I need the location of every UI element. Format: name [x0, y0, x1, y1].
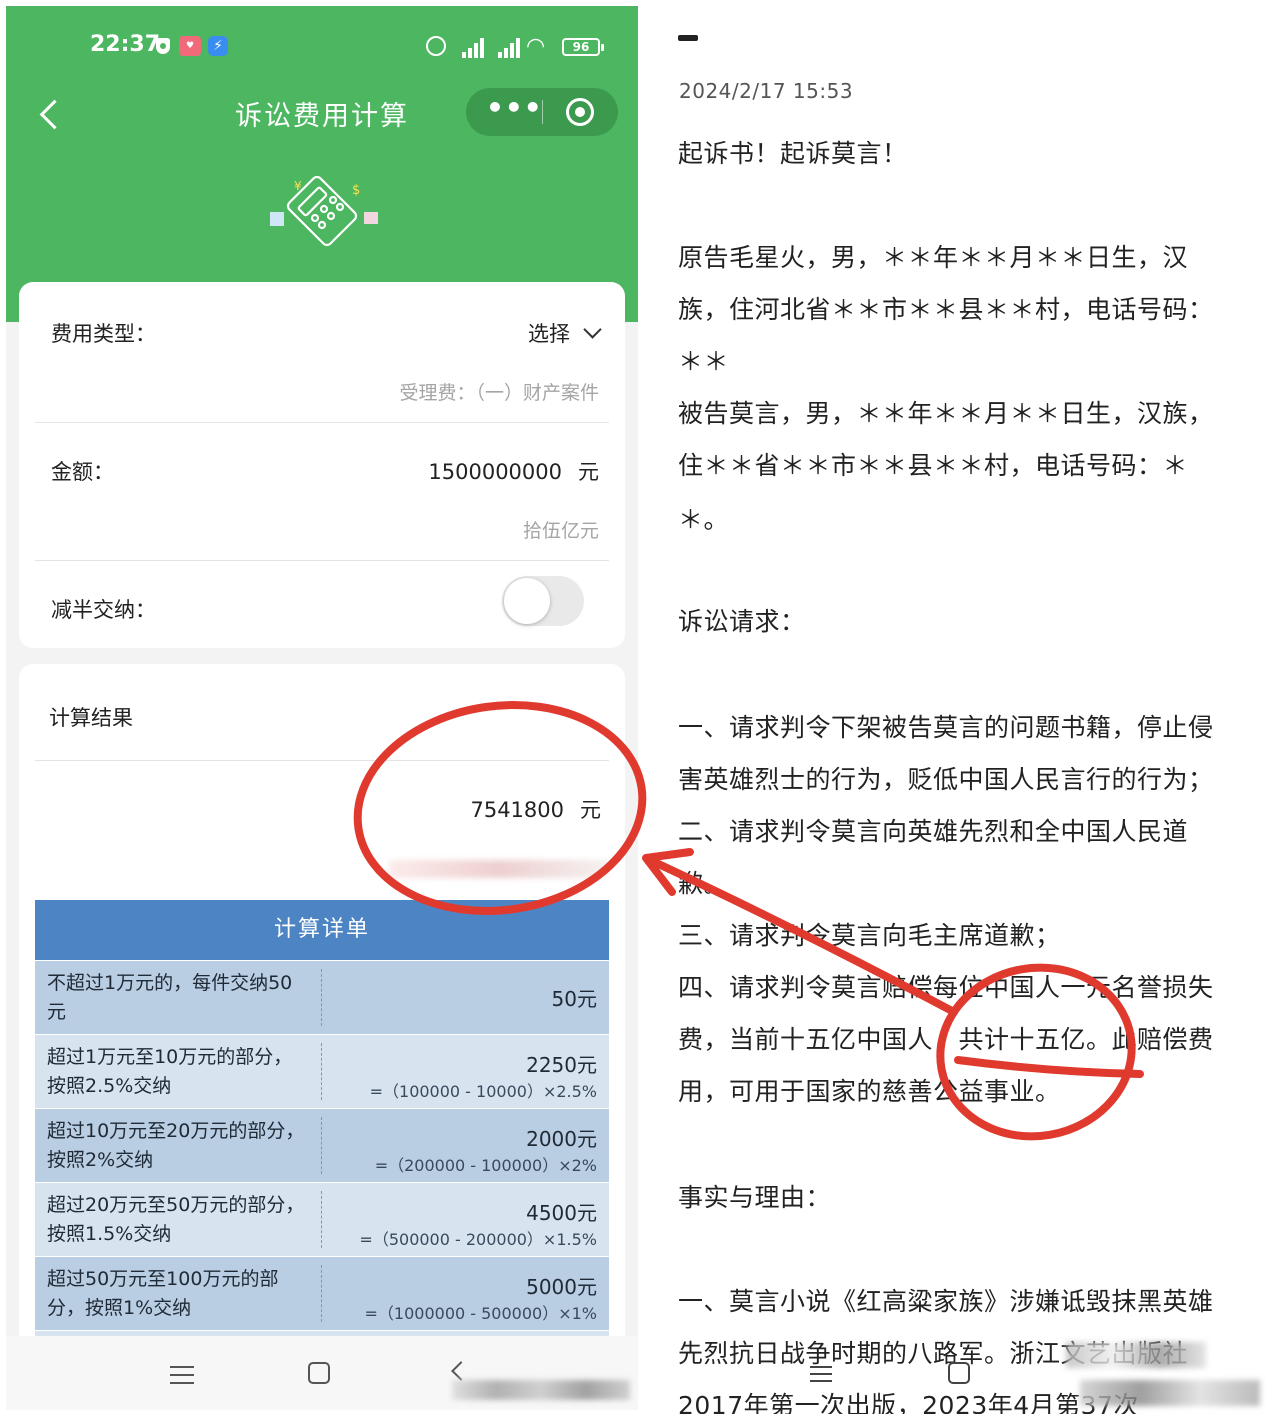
result-value: 7541800: [470, 798, 564, 822]
fee-type-select[interactable]: 选择: [528, 318, 602, 348]
document-line: 住＊＊省＊＊市＊＊县＊＊村，电话号码：＊: [678, 451, 1189, 480]
table-row: 不超过1万元的，每件交纳50元 50元: [35, 960, 609, 1034]
back-icon[interactable]: [451, 1361, 471, 1381]
row-description: 超过1万元至10万元的部分，按照2.5%交纳: [47, 1046, 293, 1097]
row-amount: 2000元: [526, 1127, 597, 1151]
row-description: 不超过1万元的，每件交纳50元: [47, 972, 293, 1023]
document-line: 三、请求判令莫言向毛主席道歉；: [678, 921, 1061, 950]
system-navigation-bar-overlay: [640, 1340, 1280, 1414]
bolt-icon: ⚡: [208, 36, 228, 56]
fee-type-label: 费用类型：: [51, 322, 156, 346]
svg-text:$: $: [352, 183, 360, 198]
row-separator: [321, 1265, 322, 1322]
litigation-fee-calculator-screen: 22:37 ♥ ⚡ ◠ 96 诉讼费用计算 ••• $ ¥ 费用类型： 选择 受…: [6, 6, 638, 1410]
row-amount: 5000元: [526, 1275, 597, 1299]
document-line: 费，当前十五亿中国人，共计十五亿。此赔偿费: [678, 1025, 1214, 1054]
battery-icon: 96: [562, 38, 604, 56]
signal-icon: [458, 36, 488, 58]
redacted-watermark-blur: [1066, 1342, 1206, 1368]
divider: [35, 760, 609, 761]
divider: [35, 422, 609, 423]
document-line: 一、请求判令下架被告莫言的问题书籍，停止侵: [678, 713, 1214, 742]
row-amount: 4500元: [526, 1201, 597, 1225]
row-separator: [321, 1117, 322, 1174]
row-formula: =（200000 - 100000）×2%: [374, 1156, 597, 1175]
amount-input[interactable]: 1500000000 元: [428, 456, 599, 486]
row-amount: 50元: [551, 987, 597, 1011]
document-line: 原告毛星火，男，＊＊年＊＊月＊＊日生，汉: [678, 243, 1189, 272]
result-title: 计算结果: [49, 706, 133, 730]
menu-icon[interactable]: [170, 1366, 194, 1384]
document-line: 用，可用于国家的慈善公益事业。: [678, 1077, 1061, 1106]
document-line: 一、莫言小说《红高粱家族》涉嫌诋毁抹黑英雄: [678, 1287, 1214, 1316]
table-row: 超过20万元至50万元的部分，按照1.5%交纳 4500元 =（500000 -…: [35, 1182, 609, 1256]
redacted-watermark-blur: [452, 1380, 630, 1400]
document-timestamp: 2024/2/17 15:53: [679, 79, 854, 103]
calculation-detail-table: 计算详单 不超过1万元的，每件交纳50元 50元 超过1万元至10万元的部分，按…: [35, 900, 609, 1370]
screenshot-collage: 22:37 ♥ ⚡ ◠ 96 诉讼费用计算 ••• $ ¥ 费用类型： 选择 受…: [0, 0, 1280, 1414]
result-card: 计算结果 7541800 元 计算详单 不超过1万元的，每件交纳50元 50元 超…: [19, 664, 625, 1410]
app-notification-icon: ♥: [179, 36, 201, 56]
close-miniprogram-button[interactable]: [566, 98, 594, 126]
document-line: 二、请求判令莫言向英雄先烈和全中国人民道: [678, 817, 1189, 846]
status-time: 22:37: [90, 32, 161, 57]
minus-icon: [678, 35, 698, 41]
document-line: 诉讼请求：: [678, 607, 806, 636]
menu-icon[interactable]: [810, 1366, 832, 1382]
signal-icon-2: [494, 36, 524, 58]
complaint-document-screen: 2024/2/17 15:53 起诉书！起诉莫言！ 原告毛星火，男，＊＊年＊＊月…: [640, 0, 1280, 1414]
row-separator: [321, 1191, 322, 1248]
result-unit: 元: [580, 798, 601, 822]
half-payment-toggle[interactable]: [502, 576, 584, 626]
amount-chinese-numeral: 拾伍亿元: [522, 520, 599, 542]
fee-type-value: 选择: [528, 322, 570, 346]
row-formula: =（1000000 - 500000）×1%: [364, 1304, 597, 1323]
row-separator: [321, 969, 322, 1026]
document-line: 族，住河北省＊＊市＊＊县＊＊村，电话号码：: [678, 295, 1214, 324]
row-formula: =（500000 - 200000）×1.5%: [359, 1230, 597, 1249]
redacted-watermark-blur: [1080, 1380, 1260, 1406]
more-options-button[interactable]: •••: [486, 94, 542, 126]
divider: [35, 560, 609, 561]
app-header: 22:37 ♥ ⚡ ◠ 96 诉讼费用计算 ••• $ ¥: [6, 6, 638, 322]
svg-text:¥: ¥: [294, 179, 302, 193]
redacted-text-blur: [389, 860, 609, 878]
document-line: 被告莫言，男，＊＊年＊＊月＊＊日生，汉族，: [678, 399, 1214, 428]
row-formula: =（100000 - 10000）×2.5%: [369, 1082, 597, 1101]
table-row: 超过1万元至10万元的部分，按照2.5%交纳 2250元 =（100000 - …: [35, 1034, 609, 1108]
table-row: 超过50万元至100万元的部分，按照1%交纳 5000元 =（1000000 -…: [35, 1256, 609, 1330]
amount-label: 金额：: [51, 460, 114, 484]
fee-form-card: 费用类型： 选择 受理费：（一）财产案件 金额： 1500000000 元 拾伍亿…: [19, 282, 625, 648]
row-separator: [321, 1043, 322, 1100]
document-line: 四、请求判令莫言赔偿每位中国人一元名誉损失: [678, 973, 1214, 1002]
calculator-illustration-icon: $ ¥: [270, 175, 378, 247]
document-line: 害英雄烈士的行为，贬低中国人民言行的行为；: [678, 765, 1214, 794]
shield-icon: [156, 38, 170, 54]
amount-value: 1500000000: [428, 460, 562, 484]
detail-table-header: 计算详单: [35, 900, 609, 960]
row-description: 超过10万元至20万元的部分，按照2%交纳: [47, 1120, 305, 1171]
document-line: 事实与理由：: [678, 1183, 832, 1212]
document-line: 歉。: [678, 869, 730, 898]
table-row: 超过10万元至20万元的部分，按照2%交纳 2000元 =（200000 - 1…: [35, 1108, 609, 1182]
chevron-down-icon: [583, 320, 602, 339]
wifi-icon: ◠: [526, 34, 546, 59]
alarm-icon: [426, 36, 446, 56]
row-description: 超过50万元至100万元的部分，按照1%交纳: [47, 1268, 279, 1319]
document-line: 起诉书！起诉莫言！: [678, 139, 908, 168]
capsule-divider: [542, 100, 543, 124]
result-amount: 7541800 元: [470, 794, 601, 824]
fee-type-subtitle: 受理费：（一）财产案件: [399, 382, 599, 404]
half-payment-label: 减半交纳：: [51, 598, 156, 622]
system-navigation-bar: [6, 1336, 638, 1410]
row-description: 超过20万元至50万元的部分，按照1.5%交纳: [47, 1194, 305, 1245]
row-amount: 2250元: [526, 1053, 597, 1077]
status-bar: 22:37 ♥ ⚡ ◠ 96: [6, 28, 638, 64]
home-icon[interactable]: [948, 1362, 970, 1384]
miniprogram-capsule: •••: [466, 88, 618, 136]
amount-unit: 元: [578, 460, 599, 484]
document-line: ＊＊: [678, 347, 730, 376]
home-icon[interactable]: [308, 1362, 330, 1384]
document-line: ＊。: [678, 505, 730, 534]
